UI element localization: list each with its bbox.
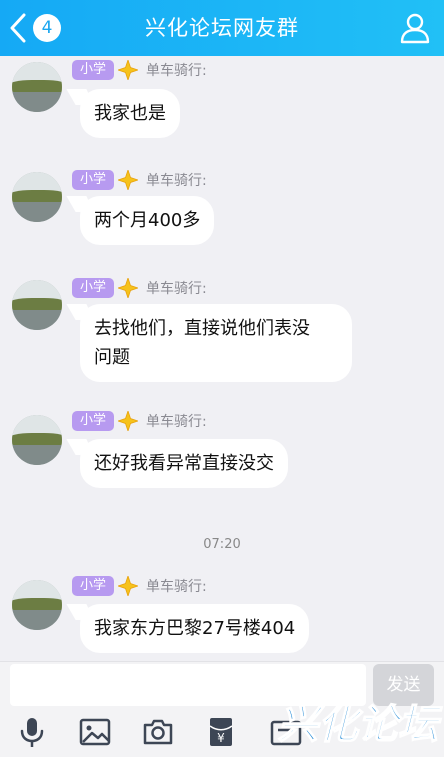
watermark-text: 兴化论坛 bbox=[278, 702, 443, 748]
message-text-line: 问题 bbox=[94, 347, 130, 368]
star-badge-icon bbox=[118, 576, 139, 596]
avatar[interactable] bbox=[12, 62, 62, 112]
sender-nickname: 单车骑行: bbox=[146, 414, 207, 430]
sender-nickname: 单车骑行: bbox=[146, 173, 207, 189]
message-meta: 小学 单车骑行: bbox=[72, 169, 207, 191]
message-bubble[interactable]: 我家也是 bbox=[80, 89, 180, 138]
watermark-logo-icon: 兴化论坛 bbox=[277, 701, 443, 749]
image-icon[interactable] bbox=[79, 716, 111, 748]
star-badge-icon bbox=[118, 278, 139, 298]
message-bubble[interactable]: 两个月400多 bbox=[80, 196, 215, 245]
star-badge-icon bbox=[118, 170, 139, 190]
avatar[interactable] bbox=[12, 172, 62, 222]
message-meta: 小学 单车骑行: bbox=[72, 277, 207, 299]
star-badge-icon bbox=[118, 60, 139, 80]
member-level-tag: 小学 bbox=[72, 411, 115, 431]
message-meta: 小学 单车骑行: bbox=[72, 410, 207, 432]
star-badge-icon bbox=[118, 411, 139, 431]
camera-icon[interactable] bbox=[142, 716, 174, 748]
red-packet-icon[interactable]: ¥ bbox=[205, 716, 237, 748]
sender-nickname: 单车骑行: bbox=[146, 579, 207, 595]
group-members-button[interactable] bbox=[398, 11, 432, 45]
message-list[interactable]: 小学 单车骑行: 我家也是 小学 单车骑行: 两个月400多 小学 单车骑行: … bbox=[0, 56, 444, 661]
message-meta: 小学 单车骑行: bbox=[72, 575, 207, 597]
microphone-icon[interactable] bbox=[16, 716, 48, 748]
site-watermark: 兴化论坛 bbox=[274, 696, 444, 749]
member-level-tag: 小学 bbox=[72, 60, 115, 80]
message-meta: 小学 单车骑行: bbox=[72, 59, 207, 81]
sender-nickname: 单车骑行: bbox=[146, 281, 207, 297]
timestamp-divider: 07:20 bbox=[203, 537, 241, 552]
svg-text:¥: ¥ bbox=[217, 731, 225, 745]
member-level-tag: 小学 bbox=[72, 576, 115, 596]
message-bubble[interactable]: 还好我看异常直接没交 bbox=[80, 439, 288, 488]
avatar[interactable] bbox=[12, 415, 62, 465]
message-bubble[interactable]: 我家东方巴黎27号楼404 bbox=[80, 604, 310, 653]
top-bar: 4 兴化论坛网友群 bbox=[0, 0, 444, 56]
chat-title: 兴化论坛网友群 bbox=[145, 16, 299, 40]
user-icon bbox=[400, 13, 430, 44]
sender-nickname: 单车骑行: bbox=[146, 63, 207, 79]
member-level-tag: 小学 bbox=[72, 170, 115, 190]
message-bubble[interactable]: 去找他们，直接说他们表没 问题 bbox=[80, 304, 352, 382]
member-level-tag: 小学 bbox=[72, 278, 115, 298]
avatar[interactable] bbox=[12, 280, 62, 330]
message-text-line: 去找他们，直接说他们表没 bbox=[94, 318, 310, 339]
avatar[interactable] bbox=[12, 580, 62, 630]
